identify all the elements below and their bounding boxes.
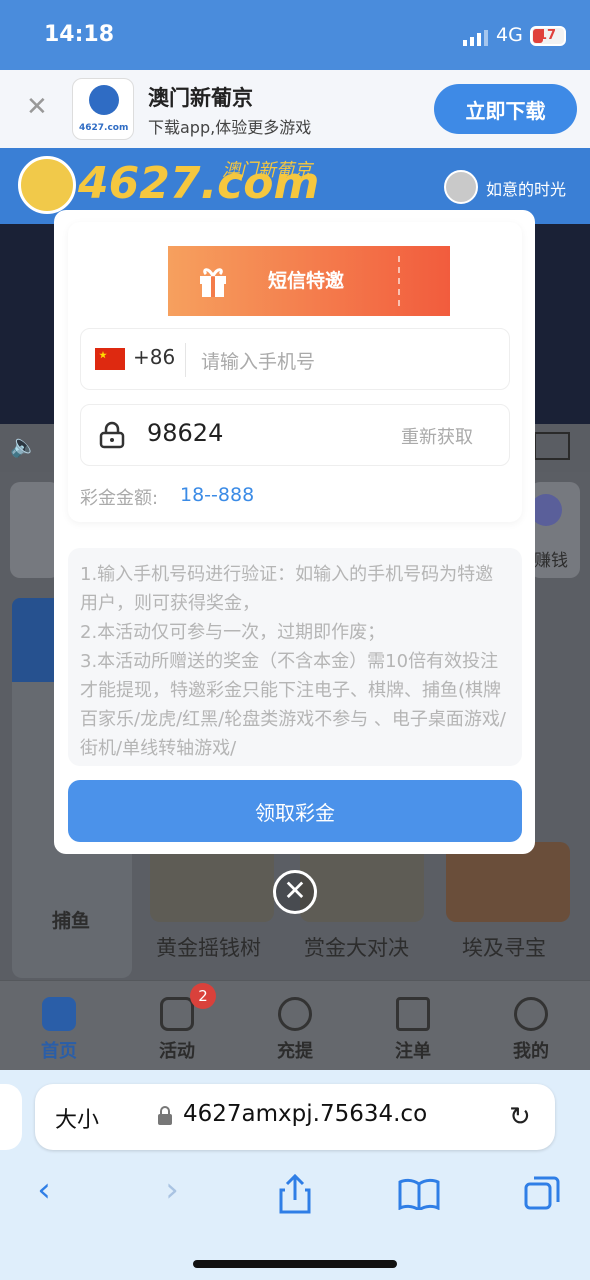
tab-label: 首页 [41, 1041, 77, 1062]
brand-logo-icon [18, 156, 76, 214]
reload-icon[interactable]: ↻ [509, 1102, 531, 1132]
game-title-1[interactable]: 黄金摇钱树 [156, 932, 261, 962]
star-icon [160, 997, 194, 1031]
tabs-icon[interactable] [524, 1176, 560, 1212]
target-icon [278, 997, 312, 1031]
receipt-icon [396, 997, 430, 1031]
mail-icon[interactable] [534, 432, 570, 460]
tab-activity[interactable]: 2 活动 [118, 981, 236, 1071]
tab-deposit[interactable]: 充提 [236, 981, 354, 1071]
home-indicator [193, 1260, 397, 1268]
address-bar[interactable]: 大小 4627amxpj.75634.co ↻ [35, 1084, 555, 1150]
sms-invite-modal: 短信特邀 +86 请输入手机号 98624 重新获取 彩金金额: 18--888… [54, 210, 535, 854]
app-download-banner: ✕ 4627.com 澳门新葡京 下载app,体验更多游戏 立即下载 [0, 70, 590, 148]
lock-icon [158, 1106, 172, 1125]
game-thumb-2[interactable] [300, 842, 424, 922]
download-button[interactable]: 立即下载 [434, 84, 577, 134]
bonus-amount-label: 彩金金额: [80, 488, 159, 509]
close-icon[interactable]: ✕ [26, 92, 48, 122]
logo-globe-icon [89, 85, 119, 115]
tab-home[interactable]: 首页 [0, 981, 118, 1071]
browser-toolbar: ‹ › [0, 1170, 590, 1220]
side-label-earn[interactable]: 赚钱 [534, 546, 568, 571]
previous-tab-preview[interactable] [0, 1084, 22, 1150]
gift-icon [200, 268, 226, 297]
text-size-button[interactable]: 大小 [55, 1102, 99, 1134]
speaker-icon: 🔈 [10, 434, 38, 459]
app-logo: 4627.com [72, 78, 134, 140]
invite-form-card: 短信特邀 +86 请输入手机号 98624 重新获取 彩金金额: 18--888 [68, 222, 522, 522]
browser-chrome: 大小 4627amxpj.75634.co ↻ ‹ › [0, 1070, 590, 1280]
battery-level: 17 [538, 28, 557, 43]
bottom-tab-bar: 首页 2 活动 充提 注单 我的 [0, 980, 590, 1070]
country-code[interactable]: +86 [133, 345, 175, 369]
phone-input[interactable]: 请输入手机号 [201, 347, 315, 374]
code-input[interactable]: 98624 [147, 419, 223, 447]
banner-subtitle: 下载app,体验更多游戏 [148, 118, 312, 137]
rules-panel[interactable]: 1.输入手机号码进行验证：如输入的手机号码为特邀用户，则可获得奖金， 2.本活动… [68, 548, 522, 766]
username[interactable]: 如意的时光 [486, 176, 566, 200]
tab-label: 充提 [277, 1041, 313, 1062]
battery-icon: 17 [530, 26, 566, 46]
signal-icon [463, 30, 488, 46]
ticket-title: 短信特邀 [268, 270, 345, 292]
back-icon[interactable]: ‹ [14, 1170, 74, 1210]
status-time: 14:18 [44, 22, 115, 47]
phone-field[interactable]: +86 请输入手机号 [80, 328, 510, 390]
game-title-3[interactable]: 埃及寻宝 [462, 932, 546, 962]
tab-orders[interactable]: 注单 [354, 981, 472, 1071]
notification-badge: 2 [190, 983, 216, 1009]
tab-label: 活动 [159, 1041, 195, 1062]
forward-icon[interactable]: › [142, 1170, 202, 1210]
close-modal-icon[interactable]: ✕ [273, 870, 317, 914]
game-thumb-1[interactable] [150, 842, 274, 922]
lock-icon [99, 421, 125, 449]
profile-icon [514, 997, 548, 1031]
status-bar: 14:18 4G 17 [0, 0, 590, 70]
resend-code-button[interactable]: 重新获取 [401, 423, 473, 449]
claim-bonus-button[interactable]: 领取彩金 [68, 780, 522, 842]
tab-profile[interactable]: 我的 [472, 981, 590, 1071]
network-type: 4G [496, 24, 523, 46]
avatar[interactable] [444, 170, 478, 204]
verification-code-field[interactable]: 98624 重新获取 [80, 404, 510, 466]
brand-subtitle: 澳门新葡京 [222, 160, 312, 181]
share-icon[interactable] [278, 1174, 312, 1214]
tab-label: 注单 [395, 1041, 431, 1062]
rules-text: 1.输入手机号码进行验证：如输入的手机号码为特邀用户，则可获得奖金， 2.本活动… [80, 564, 506, 759]
category-fishing[interactable]: 捕鱼 [52, 906, 90, 933]
china-flag-icon[interactable] [95, 348, 125, 370]
game-thumb-3[interactable] [446, 842, 570, 922]
logo-text: 4627.com [79, 123, 129, 133]
game-title-2[interactable]: 赏金大对决 [304, 932, 409, 962]
url-text[interactable]: 4627amxpj.75634.co [183, 1101, 427, 1127]
banner-title: 澳门新葡京 [148, 86, 253, 110]
home-icon [42, 997, 76, 1031]
tab-label: 我的 [513, 1041, 549, 1062]
bonus-amount-value: 18--888 [180, 484, 255, 506]
invite-ticket-banner: 短信特邀 [168, 246, 450, 316]
bookmarks-icon[interactable] [398, 1178, 440, 1210]
